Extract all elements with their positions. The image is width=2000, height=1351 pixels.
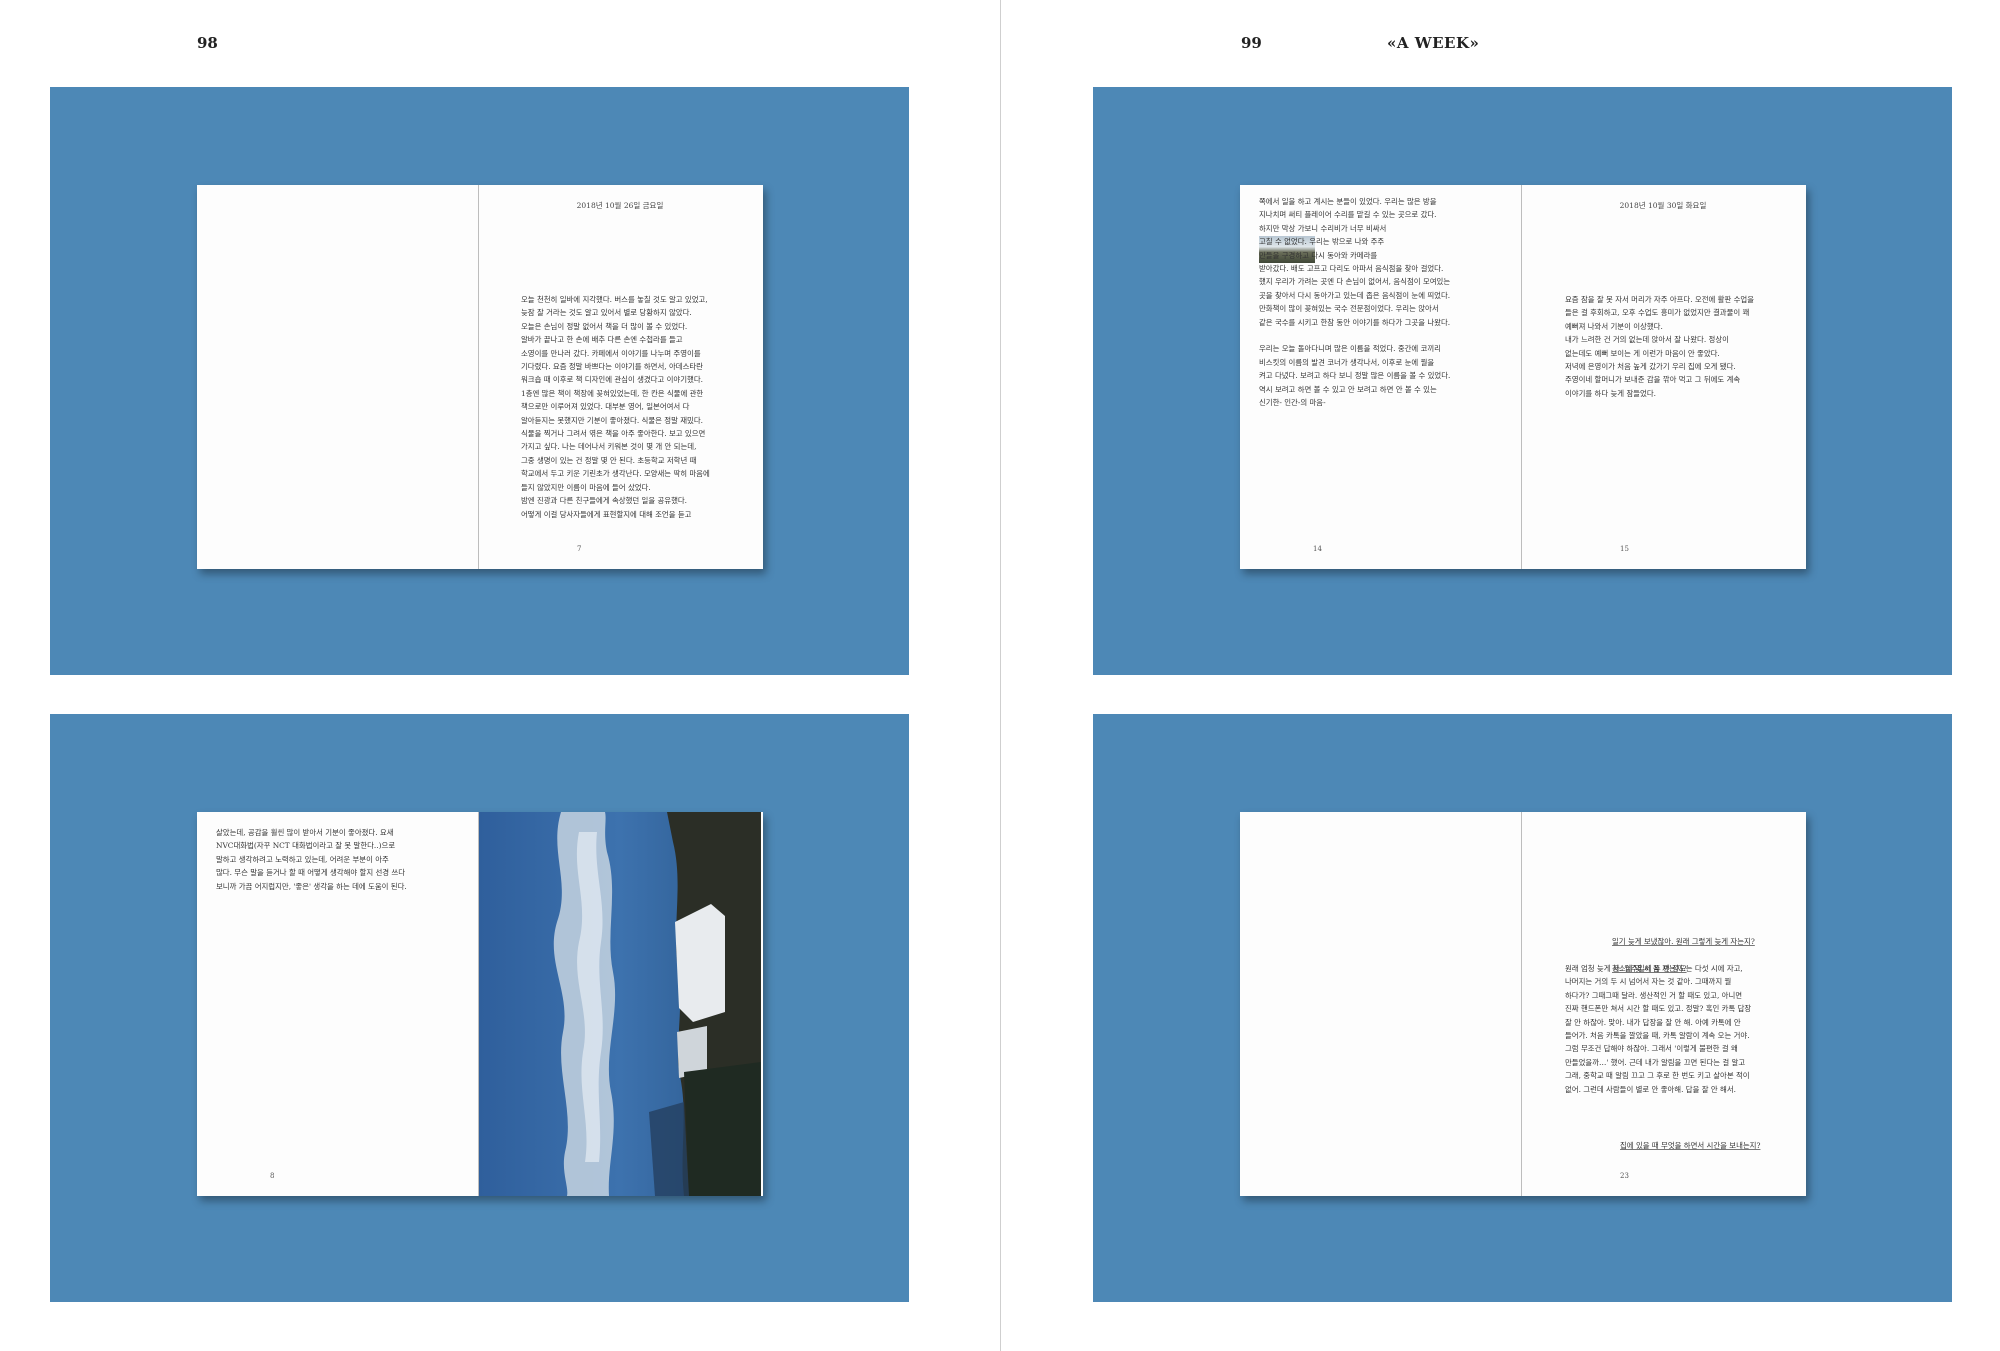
page-number: 7: [577, 545, 582, 553]
book-spread-2: 쪽에서 일을 하고 계시는 분들이 있었다. 우리는 많은 방을 지나치며 써티…: [1240, 185, 1806, 569]
spread-panel-1: 2018년 10월 26일 금요일 오늘 천천히 일바에 지각했다. 버스를 놓…: [50, 87, 909, 675]
sky-landscape-photo: [479, 812, 761, 1196]
interview-page-23: 일기 늦게 보냈잖아. 원래 그렇게 늦게 자는지? 청소에 몇 시 쯤 자는지…: [1522, 812, 1804, 1196]
page-body-text: 살았는데, 공감을 훨씬 많이 받아서 기분이 좋아졌다. 요새 NVC대화법(…: [216, 828, 407, 891]
book-spread-4: 일기 늦게 보냈잖아. 원래 그렇게 늦게 자는지? 청소에 몇 시 쯤 자는지…: [1240, 812, 1806, 1196]
blank-page: [1240, 812, 1522, 1196]
running-title: «A WEEK»: [1387, 34, 1480, 52]
right-folio: 99: [1241, 34, 1262, 52]
interview-answer: 원래 엄청 늦게 자. 일주일에 두 번 정도는 다섯 시에 자고, 나머지는 …: [1565, 964, 1752, 1094]
spread-panel-3: 살았는데, 공감을 훨씬 많이 받아서 기분이 좋아졌다. 요새 NVC대화법(…: [50, 714, 909, 1302]
photo-illustration: [479, 812, 761, 1196]
blank-page: [197, 185, 479, 569]
gutter-divider: [1000, 0, 1001, 1351]
page-date-heading: 2018년 10월 26일 금요일: [576, 201, 664, 210]
spread-panel-4: 일기 늦게 보냈잖아. 원래 그렇게 늦게 자는지? 청소에 몇 시 쯤 자는지…: [1093, 714, 1952, 1302]
page-body-text: 오늘 천천히 일바에 지각했다. 버스를 놓칠 것도 알고 있었고, 늦잠 잘 …: [521, 295, 710, 519]
left-folio: 98: [197, 34, 218, 52]
book-spread-1: 2018년 10월 26일 금요일 오늘 천천히 일바에 지각했다. 버스를 놓…: [197, 185, 763, 569]
page-body-text: 쪽에서 일을 하고 계시는 분들이 있었다. 우리는 많은 방을 지나치며 써티…: [1259, 197, 1451, 408]
page-number: 14: [1313, 545, 1322, 553]
journal-page-14: 쪽에서 일을 하고 계시는 분들이 있었다. 우리는 많은 방을 지나치며 써티…: [1240, 185, 1522, 569]
question-line-3: 집에 있을 때 무엇을 하면서 시간을 보내는지?: [1620, 1141, 1761, 1151]
page-date-heading: 2018년 10월 30일 화요일: [1619, 201, 1707, 210]
page-body-text: 요즘 잠을 잘 못 자서 머리가 자주 아프다. 오전에 활판 수업을 들은 걸…: [1565, 295, 1755, 398]
journal-page-8: 살았는데, 공감을 훨씬 많이 받아서 기분이 좋아졌다. 요새 NVC대화법(…: [197, 812, 479, 1196]
spread-panel-2: 쪽에서 일을 하고 계시는 분들이 있었다. 우리는 많은 방을 지나치며 써티…: [1093, 87, 1952, 675]
question-line-1: 일기 늦게 보냈잖아. 원래 그렇게 늦게 자는지?: [1612, 937, 1755, 947]
book-spread-3: 살았는데, 공감을 훨씬 많이 받아서 기분이 좋아졌다. 요새 NVC대화법(…: [197, 812, 763, 1196]
page-number: 8: [270, 1172, 275, 1180]
journal-page-15: 2018년 10월 30일 화요일 요즘 잠을 잘 못 자서 머리가 자주 아프…: [1522, 185, 1804, 569]
page-number: 15: [1620, 545, 1629, 553]
page-number: 23: [1620, 1172, 1629, 1180]
journal-page-7: 2018년 10월 26일 금요일 오늘 천천히 일바에 지각했다. 버스를 놓…: [479, 185, 761, 569]
photo-page: [479, 812, 761, 1196]
interview-question-2: 집에 있을 때 무엇을 하면서 시간을 보내는지?: [1620, 1126, 1800, 1153]
